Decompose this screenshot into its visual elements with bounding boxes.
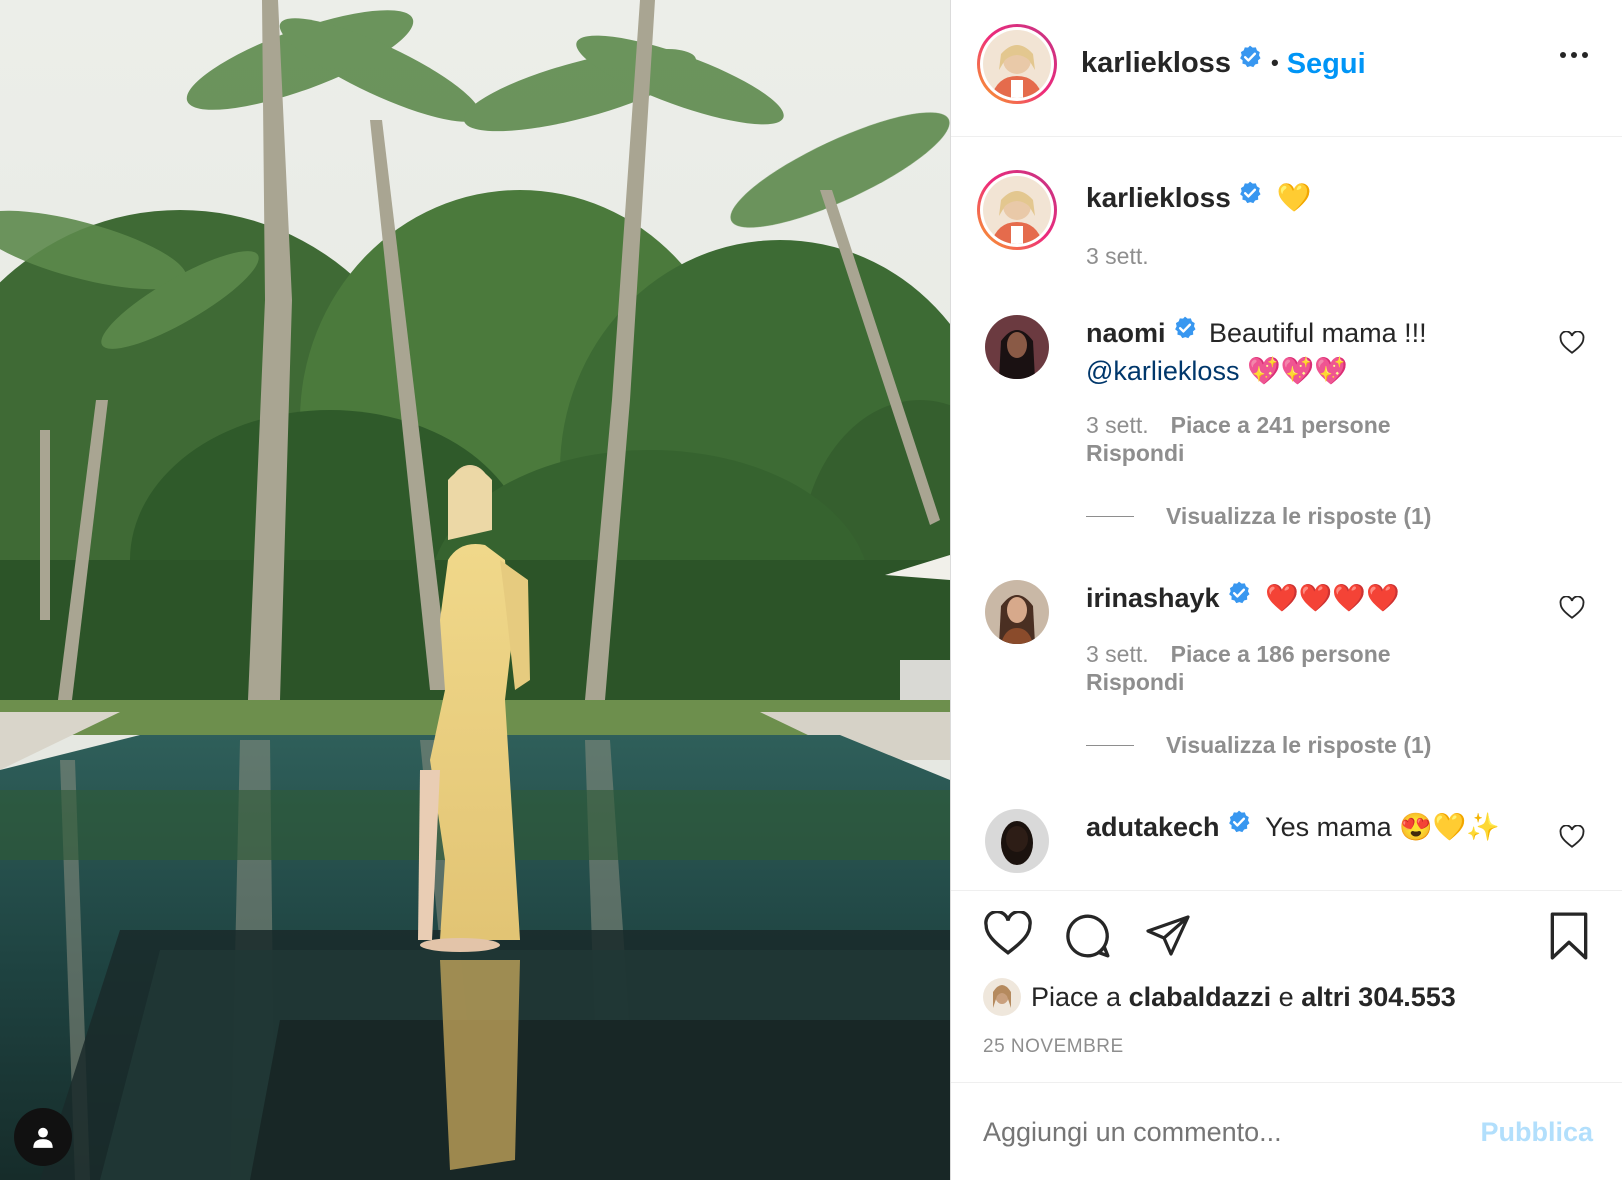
photo-scene [0, 0, 950, 1180]
liker-username[interactable]: clabaldazzi [1129, 982, 1272, 1013]
follow-label[interactable]: Segui [1287, 48, 1366, 80]
commenter-avatar[interactable] [985, 580, 1049, 644]
comments-list[interactable]: karliekloss 💛 3 sett. naomi Beautiful ma… [951, 137, 1622, 889]
commenter-avatar[interactable] [985, 315, 1049, 379]
more-options-icon[interactable] [1560, 52, 1588, 58]
verified-badge-icon [1237, 179, 1263, 215]
comment-input[interactable] [983, 1117, 1423, 1148]
comment-body: Beautiful mama !!! [1209, 318, 1427, 348]
caption-avatar[interactable] [977, 170, 1057, 250]
tagged-users-button[interactable] [14, 1108, 72, 1166]
comment-emoji: 💖💖💖 [1246, 355, 1348, 386]
caption-username[interactable]: karliekloss [1086, 182, 1231, 213]
reply-button[interactable]: Rispondi [1086, 440, 1184, 466]
comment-body: ❤️❤️❤️❤️ [1265, 583, 1400, 613]
share-send-icon[interactable] [1143, 911, 1193, 964]
post-photo[interactable] [0, 0, 950, 1180]
caption-meta: 3 sett. [1086, 242, 1171, 270]
verified-badge-icon [1226, 808, 1252, 844]
likes-and: e [1278, 981, 1294, 1012]
comment-likes[interactable]: Piace a 186 persone [1171, 641, 1391, 667]
comment-likes[interactable]: Piace a 241 persone [1171, 412, 1391, 438]
comment-text: irinashayk ❤️❤️❤️❤️ [1086, 580, 1533, 618]
person-icon [33, 1127, 53, 1148]
commenter-avatar[interactable] [985, 809, 1049, 873]
caption-text: karliekloss 💛 [1086, 180, 1533, 218]
like-comment-icon[interactable] [1559, 824, 1585, 854]
comment-time[interactable]: 3 sett. [1086, 412, 1149, 438]
like-comment-icon[interactable] [1559, 330, 1585, 360]
likes-summary: Piace a clabaldazzi e altri 304.553 [983, 978, 1456, 1016]
view-replies-label[interactable]: Visualizza le risposte (1) [1166, 503, 1431, 530]
like-comment-icon[interactable] [1559, 595, 1585, 625]
post-date[interactable]: 25 NOVEMBRE [983, 1036, 1124, 1058]
bookmark-icon[interactable] [1547, 911, 1591, 966]
comment-body: Yes mama 😍💛✨ [1265, 812, 1500, 842]
caption-time[interactable]: 3 sett. [1086, 243, 1149, 269]
post-comment-button[interactable]: Pubblica [1480, 1117, 1593, 1148]
view-replies-label[interactable]: Visualizza le risposte (1) [1166, 732, 1431, 759]
verified-badge-icon [1172, 314, 1198, 350]
post-sidebar: karliekloss • Segui karliekloss 💛 3 sett… [950, 0, 1622, 1180]
comment-time[interactable]: 3 sett. [1086, 641, 1149, 667]
caption-body: 💛 [1276, 182, 1312, 213]
author-username-text[interactable]: karliekloss [1081, 47, 1231, 79]
commenter-username[interactable]: adutakech [1086, 812, 1220, 842]
comment-meta: 3 sett. Piace a 186 persone Rispondi [1086, 640, 1391, 696]
verified-badge-icon [1226, 579, 1252, 615]
comment-meta: 3 sett. Piace a 241 persone Rispondi [1086, 411, 1391, 467]
likes-prefix: Piace a [1031, 981, 1122, 1012]
verified-badge-icon [1237, 44, 1263, 78]
commenter-username[interactable]: naomi [1086, 318, 1166, 348]
mention-link[interactable]: @karliekloss [1086, 356, 1239, 386]
liker-avatar[interactable] [983, 978, 1021, 1016]
comment-bubble-icon[interactable] [1063, 911, 1113, 966]
post-actions [951, 890, 1622, 971]
follow-button[interactable]: • Segui [1271, 48, 1366, 81]
view-replies-button[interactable]: Visualizza le risposte (1) [1086, 503, 1431, 530]
comment-text: naomi Beautiful mama !!! @karliekloss 💖💖… [1086, 315, 1533, 389]
commenter-username[interactable]: irinashayk [1086, 583, 1220, 613]
comment-text: adutakech Yes mama 😍💛✨ [1086, 809, 1533, 847]
author-username[interactable]: karliekloss [1081, 44, 1263, 81]
like-heart-icon[interactable] [983, 910, 1033, 962]
post-header: karliekloss • Segui [951, 0, 1622, 137]
view-replies-button[interactable]: Visualizza le risposte (1) [1086, 732, 1431, 759]
separator-dot: • [1271, 50, 1279, 75]
add-comment-bar: Pubblica [951, 1082, 1622, 1181]
reply-button[interactable]: Rispondi [1086, 669, 1184, 695]
likes-count-link[interactable]: altri 304.553 [1301, 982, 1456, 1013]
author-avatar[interactable] [977, 24, 1057, 104]
